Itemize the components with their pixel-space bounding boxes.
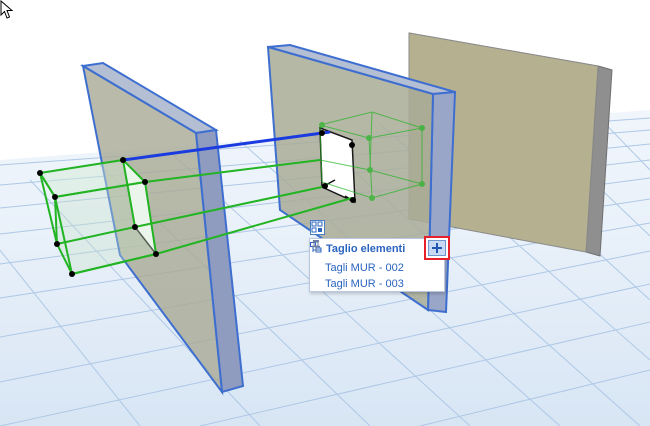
3d-viewport[interactable]: Taglio elementi Tagli MUR - 002 Tagli MU… bbox=[0, 0, 650, 426]
plus-icon bbox=[428, 240, 446, 256]
mouse-cursor-icon bbox=[0, 0, 14, 19]
popup-header[interactable]: Taglio elementi bbox=[310, 242, 430, 258]
cut-elements-toggle[interactable] bbox=[310, 220, 325, 235]
pin-icon[interactable] bbox=[310, 239, 322, 253]
add-cut-element-button[interactable] bbox=[424, 236, 450, 260]
list-item-cut-002[interactable]: Tagli MUR - 002 bbox=[325, 262, 404, 277]
list-item-cut-003[interactable]: Tagli MUR - 003 bbox=[325, 278, 404, 293]
popup-title: Taglio elementi bbox=[326, 243, 406, 255]
3d-scene[interactable] bbox=[0, 0, 650, 426]
cut-elements-icon bbox=[311, 221, 323, 233]
